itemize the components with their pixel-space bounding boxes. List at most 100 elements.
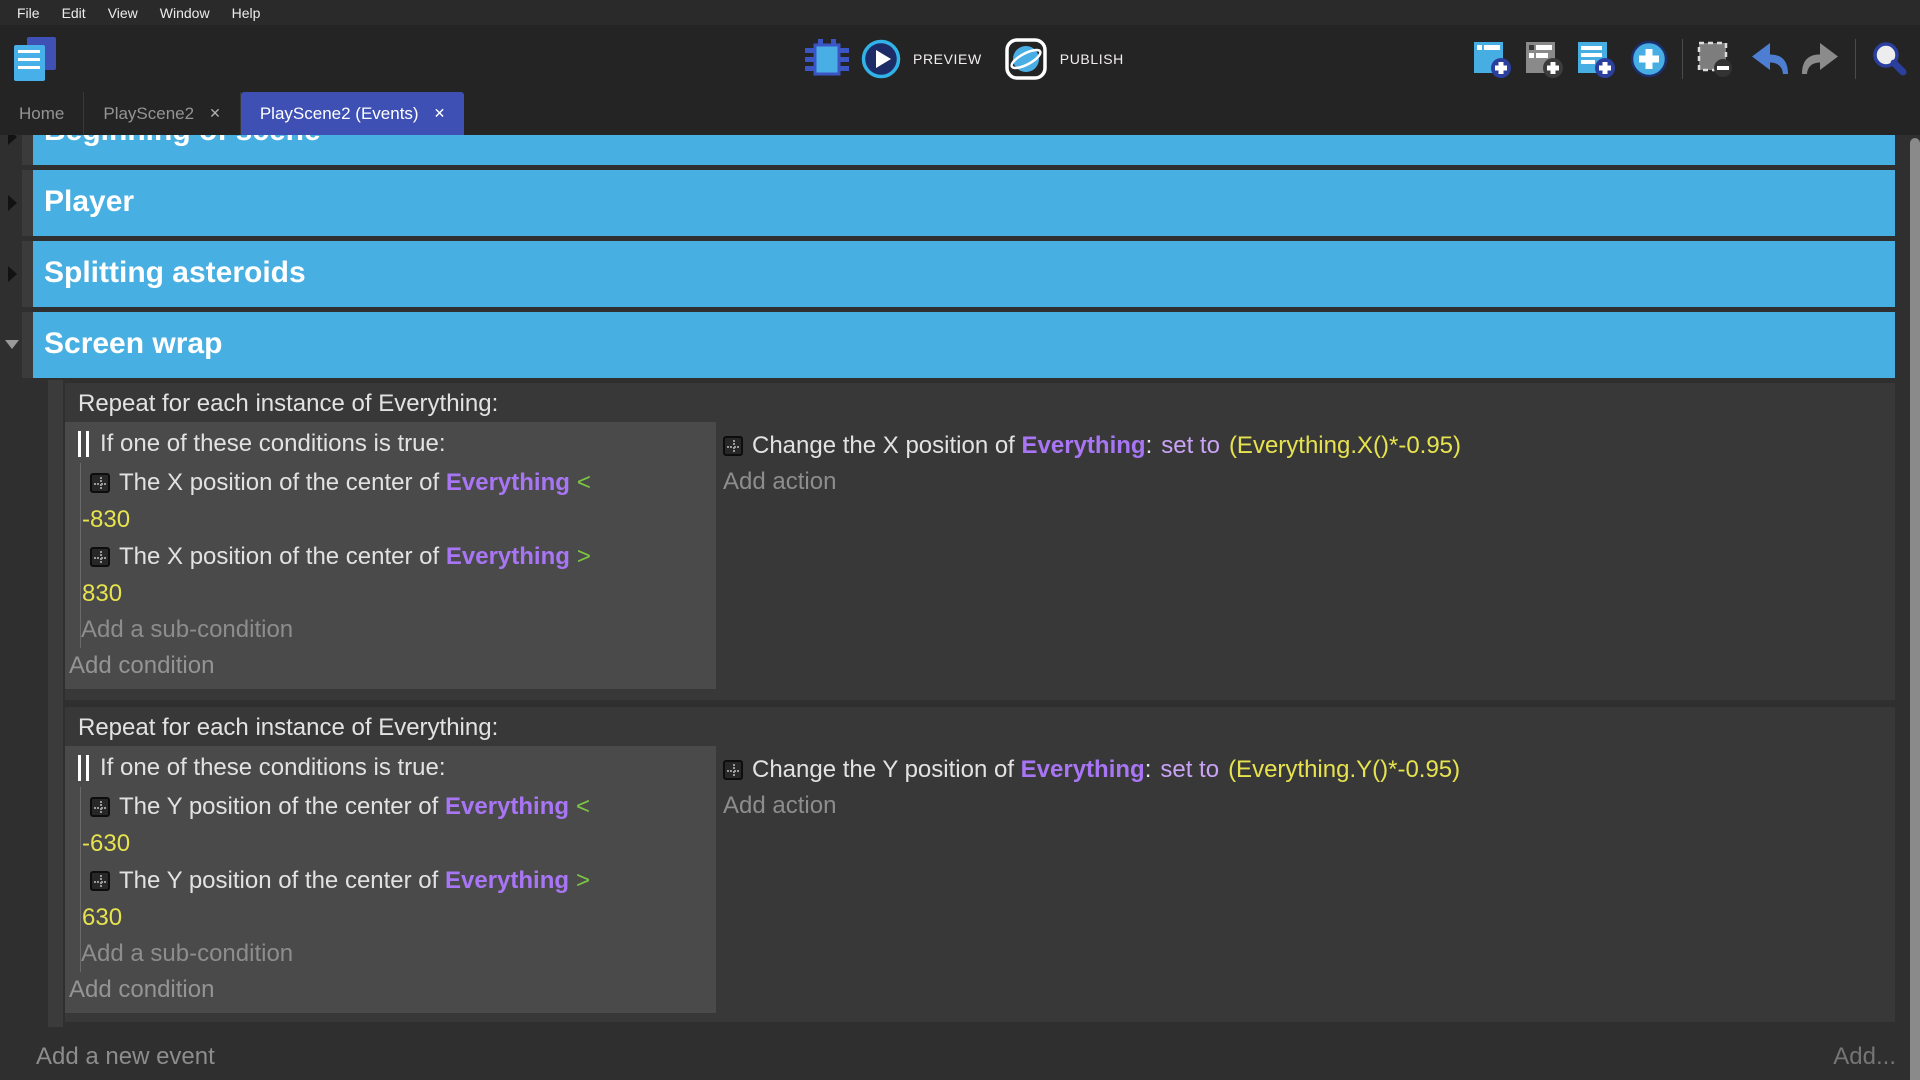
project-manager-icon[interactable] — [14, 37, 56, 81]
close-icon[interactable]: ✕ — [434, 105, 446, 122]
publish-globe-icon[interactable] — [1004, 37, 1048, 81]
delete-event-icon[interactable] — [1695, 39, 1735, 79]
condition-text: The X position of the center of Everythi… — [119, 538, 591, 575]
sub-conditions-list: The Y position of the center of Everythi… — [80, 787, 716, 972]
add-sub-condition-link[interactable]: Add a sub-condition — [81, 936, 716, 971]
menu-window[interactable]: Window — [149, 5, 221, 21]
menu-file[interactable]: File — [6, 5, 51, 21]
or-condition-row[interactable]: If one of these conditions is true: — [78, 425, 716, 463]
tab-home[interactable]: Home — [0, 92, 84, 135]
tab-playscene2-label: PlayScene2 — [103, 104, 194, 124]
condition-text: The X position of the center of Everythi… — [119, 464, 591, 501]
add-event-icon[interactable] — [1472, 39, 1512, 79]
group-screen-wrap[interactable]: Screen wrap — [33, 312, 1895, 378]
group-drag-handle[interactable] — [22, 241, 33, 307]
toolbar-center: PREVIEW PUBLISH — [805, 25, 1124, 92]
undo-icon[interactable] — [1747, 39, 1789, 79]
actions-column: Change the Y position of Everything:set … — [716, 746, 1895, 1013]
preview-play-icon[interactable] — [861, 39, 901, 79]
group-player[interactable]: Player — [33, 170, 1895, 236]
add-other-event-icon[interactable] — [1628, 38, 1670, 80]
main-toolbar: PREVIEW PUBLISH — [0, 25, 1920, 92]
menu-help[interactable]: Help — [221, 5, 272, 21]
event-body: If one of these conditions is true: The … — [65, 746, 1895, 1013]
or-icon — [78, 755, 89, 781]
or-condition-label: If one of these conditions is true: — [100, 754, 446, 782]
condition-value[interactable]: 830 — [81, 575, 716, 612]
condition-row[interactable]: The X position of the center of Everythi… — [81, 538, 716, 575]
group-drag-handle[interactable] — [22, 312, 33, 378]
position-icon — [90, 473, 110, 493]
group-title: Player — [33, 170, 1895, 234]
action-text: Change the Y position of Everything:set … — [752, 751, 1460, 788]
chevron-right-icon[interactable] — [8, 195, 17, 211]
add-new-event-link[interactable]: Add a new event — [36, 1043, 215, 1071]
group-drag-handle[interactable] — [22, 135, 33, 165]
conditions-column: If one of these conditions is true: The … — [65, 422, 716, 689]
tab-bar: Home PlayScene2 ✕ PlayScene2 (Events) ✕ — [0, 92, 1920, 135]
group-title: Splitting asteroids — [33, 241, 1895, 305]
add-action-link[interactable]: Add action — [723, 464, 1895, 499]
project-manager-icon-front — [14, 45, 45, 81]
x-position-icon — [723, 436, 743, 456]
condition-row[interactable]: The Y position of the center of Everythi… — [81, 788, 716, 825]
or-condition-row[interactable]: If one of these conditions is true: — [78, 749, 716, 787]
actions-column: Change the X position of Everything:set … — [716, 422, 1895, 689]
event-y-wrap[interactable]: Repeat for each instance of Everything: … — [65, 707, 1895, 1022]
toolbar-separator — [1682, 39, 1683, 79]
or-condition-label: If one of these conditions is true: — [100, 430, 446, 458]
action-text: Change the X position of Everything:set … — [752, 427, 1461, 464]
add-condition-link[interactable]: Add condition — [69, 648, 716, 683]
group-drag-handle[interactable] — [22, 170, 33, 236]
search-icon[interactable] — [1868, 38, 1910, 80]
tab-home-label: Home — [19, 104, 64, 124]
add-action-link[interactable]: Add action — [723, 788, 1895, 823]
condition-value[interactable]: 630 — [81, 899, 716, 936]
group-title: Beginning of scene — [33, 135, 1895, 163]
tab-playscene2-events-label: PlayScene2 (Events) — [260, 104, 419, 124]
add-condition-link[interactable]: Add condition — [69, 972, 716, 1007]
vertical-scrollbar[interactable] — [1910, 138, 1920, 1080]
condition-value[interactable]: -630 — [81, 825, 716, 862]
close-icon[interactable]: ✕ — [209, 105, 221, 122]
tab-playscene2[interactable]: PlayScene2 ✕ — [84, 92, 240, 135]
condition-text: The Y position of the center of Everythi… — [119, 862, 590, 899]
add-sub-condition-link[interactable]: Add a sub-condition — [81, 612, 716, 647]
redo-icon[interactable] — [1801, 39, 1843, 79]
group-splitting-asteroids[interactable]: Splitting asteroids — [33, 241, 1895, 307]
group-children-gutter — [48, 380, 63, 1027]
add-comment-icon[interactable] — [1524, 39, 1564, 79]
position-icon — [90, 547, 110, 567]
position-icon — [90, 871, 110, 891]
group-beginning-of-scene[interactable]: Beginning of scene — [33, 135, 1895, 165]
event-x-wrap[interactable]: Repeat for each instance of Everything: … — [65, 383, 1895, 700]
group-title: Screen wrap — [33, 312, 1895, 376]
condition-value[interactable]: -830 — [81, 501, 716, 538]
tab-playscene2-events[interactable]: PlayScene2 (Events) ✕ — [241, 92, 464, 135]
condition-row[interactable]: The Y position of the center of Everythi… — [81, 862, 716, 899]
add-sub-events-icon[interactable] — [1576, 39, 1616, 79]
conditions-column: If one of these conditions is true: The … — [65, 746, 716, 1013]
action-row[interactable]: Change the X position of Everything:set … — [723, 427, 1895, 464]
menu-bar: File Edit View Window Help — [0, 0, 1920, 25]
repeat-event-header[interactable]: Repeat for each instance of Everything: — [65, 383, 1895, 422]
chevron-right-icon[interactable] — [8, 135, 17, 145]
repeat-event-header[interactable]: Repeat for each instance of Everything: — [65, 707, 1895, 746]
action-row[interactable]: Change the Y position of Everything:set … — [723, 751, 1895, 788]
chevron-right-icon[interactable] — [8, 266, 17, 282]
menu-edit[interactable]: Edit — [51, 5, 97, 21]
or-icon — [78, 431, 89, 457]
publish-button-label[interactable]: PUBLISH — [1060, 51, 1124, 67]
toolbar-right — [1472, 25, 1910, 92]
menu-view[interactable]: View — [97, 5, 149, 21]
condition-text: The Y position of the center of Everythi… — [119, 788, 590, 825]
gdevelop-window: File Edit View Window Help — [0, 0, 1920, 1080]
chevron-down-icon[interactable] — [5, 340, 19, 349]
add-more-link[interactable]: Add... — [1833, 1043, 1896, 1071]
toolbar-separator — [1855, 39, 1856, 79]
preview-button-label[interactable]: PREVIEW — [913, 51, 982, 67]
position-icon — [90, 797, 110, 817]
condition-row[interactable]: The X position of the center of Everythi… — [81, 464, 716, 501]
debug-icon[interactable] — [805, 39, 849, 79]
sub-conditions-list: The X position of the center of Everythi… — [80, 463, 716, 648]
